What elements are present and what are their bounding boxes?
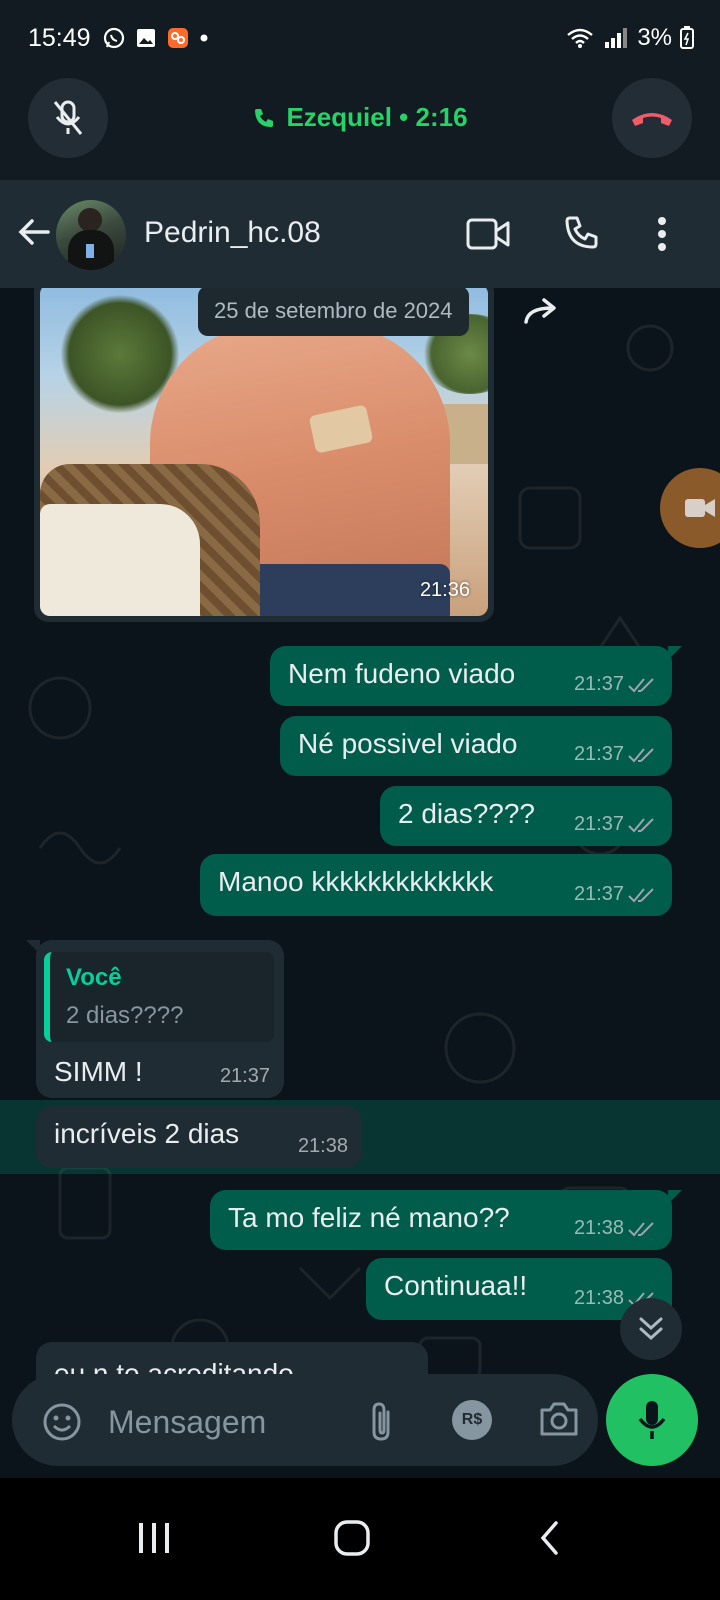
photo-image[interactable]: 21:36 (40, 288, 488, 616)
arrow-left-icon (18, 219, 50, 245)
message-time: 21:37 (573, 813, 624, 835)
dot-icon (200, 34, 208, 42)
voice-call-button[interactable] (560, 212, 604, 256)
message-text: Ta mo feliz né mano?? (228, 1202, 510, 1233)
quoted-message[interactable]: Você 2 dias???? (44, 952, 274, 1042)
system-icons: 3% (565, 24, 694, 52)
message-time: 21:37 (573, 883, 624, 905)
message-time: 21:38 (573, 1287, 624, 1309)
forward-icon (524, 298, 556, 324)
message-text: SIMM ! (54, 1056, 143, 1087)
emoji-icon[interactable] (42, 1402, 82, 1442)
message-input[interactable]: Mensagem (108, 1404, 266, 1441)
outgoing-message[interactable]: Nem fudeno viado 21:37 (270, 646, 682, 706)
payment-icon[interactable]: R$ (452, 1400, 492, 1440)
message-composer: Mensagem R$ (0, 1370, 720, 1478)
battery-icon (680, 26, 694, 49)
signal-icon (605, 28, 628, 48)
outgoing-message[interactable]: Ta mo feliz né mano?? 21:38 (210, 1190, 682, 1250)
photo-message[interactable]: 21:36 (34, 288, 494, 622)
call-caller-duration: Ezequiel • 2:16 (286, 102, 468, 132)
paperclip-icon[interactable] (368, 1400, 396, 1442)
outgoing-message[interactable]: 2 dias???? 21:37 (380, 786, 672, 846)
quote-author: Você (66, 964, 122, 991)
message-time: 21:38 (573, 1217, 624, 1239)
message-text: Manoo kkkkkkkkkkkkk (218, 866, 494, 897)
contact-name[interactable]: Pedrin_hc.08 (144, 216, 321, 250)
double-chevron-down-icon (639, 1317, 663, 1341)
incoming-message[interactable]: incríveis 2 dias 21:38 (36, 1106, 362, 1168)
whatsapp-icon (103, 27, 125, 49)
home-button[interactable] (322, 1508, 382, 1568)
home-icon (334, 1520, 370, 1556)
incoming-message[interactable]: Você 2 dias???? SIMM ! 21:37 (26, 940, 284, 1098)
video-camera-icon (466, 218, 510, 250)
message-text: incríveis 2 dias (54, 1118, 240, 1149)
status-bar: 15:49 3% (0, 0, 720, 80)
chat-area[interactable]: 21:36 25 de setembro de 2024 Nem fudeno … (0, 288, 720, 1398)
phone-outline-icon (565, 216, 598, 249)
message-text: Continuaa!! (384, 1270, 528, 1301)
more-options-button[interactable] (640, 212, 684, 256)
whatsapp-screen: 15:49 3% Ezequiel • 2:16 Pedrin_hc.08 21… (0, 0, 720, 1600)
end-call-icon (632, 113, 672, 126)
video-call-button[interactable] (466, 212, 510, 256)
recent-apps-icon (139, 1523, 169, 1553)
read-receipt-icon (628, 1221, 654, 1236)
forward-button[interactable] (514, 288, 570, 336)
end-call-button[interactable] (612, 78, 692, 158)
scroll-to-bottom-button[interactable] (620, 1298, 682, 1360)
camera-icon[interactable] (538, 1400, 580, 1438)
voice-message-button[interactable] (606, 1374, 698, 1466)
message-text: Né possivel viado (298, 728, 518, 759)
message-time: 21:38 (297, 1135, 348, 1157)
gallery-icon (137, 29, 155, 47)
message-time: 21:36 (419, 579, 470, 601)
back-button[interactable] (14, 212, 54, 252)
message-time: 21:37 (573, 673, 624, 695)
read-receipt-icon (628, 817, 654, 832)
back-nav-button[interactable] (520, 1508, 580, 1568)
outgoing-message[interactable]: Manoo kkkkkkkkkkkkk 21:37 (200, 854, 672, 916)
read-receipt-icon (628, 677, 654, 692)
date-chip: 25 de setembro de 2024 (198, 288, 469, 336)
quote-text: 2 dias???? (66, 1002, 184, 1029)
system-navigation-bar (0, 1478, 720, 1600)
message-time: 21:37 (573, 743, 624, 765)
chevron-left-icon (540, 1521, 558, 1555)
mic-icon (638, 1401, 666, 1439)
more-vert-icon (658, 217, 666, 251)
message-time: 21:37 (219, 1065, 270, 1087)
recent-apps-button[interactable] (124, 1508, 184, 1568)
message-text: Nem fudeno viado (288, 658, 516, 689)
phone-icon (255, 108, 274, 127)
wifi-icon (567, 28, 594, 48)
read-receipt-icon (628, 887, 654, 902)
message-input-box[interactable]: Mensagem R$ (12, 1374, 598, 1466)
video-icon (685, 499, 715, 517)
message-text: 2 dias???? (398, 798, 536, 829)
notification-icons (102, 26, 210, 50)
app-icon (168, 28, 188, 48)
status-time: 15:49 (28, 24, 91, 52)
contact-avatar[interactable] (56, 200, 126, 270)
read-receipt-icon (628, 747, 654, 762)
battery-percent: 3% (637, 24, 672, 51)
outgoing-message[interactable]: Né possivel viado 21:37 (280, 716, 672, 776)
